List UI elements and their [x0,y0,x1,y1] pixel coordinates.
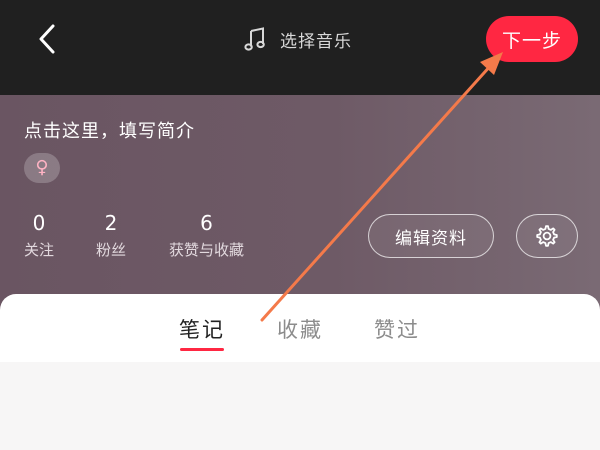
next-step-button[interactable]: 下一步 [486,16,578,62]
active-tab-indicator [180,348,224,351]
gender-badge: ♀ [24,153,60,183]
following-label: 关注 [24,241,55,259]
tab-bar: 笔记 收藏 赞过 [0,294,600,360]
content-panel: 笔记 收藏 赞过 [0,294,600,450]
edit-profile-button[interactable]: 编辑资料 [368,214,494,258]
following-count: 0 [32,211,46,235]
music-label: 选择音乐 [280,31,352,52]
stat-followers[interactable]: 2 粉丝 [96,211,126,261]
tab-liked[interactable]: 赞过 [374,314,420,344]
top-bar: 选择音乐 下一步 [0,0,600,95]
chevron-left-icon [39,24,55,54]
music-note-icon [244,27,265,51]
profile-header: 点击这里，填写简介 ♀ 0 关注 2 粉丝 6 获赞与收藏 编辑资料 [0,95,600,320]
stat-likes[interactable]: 6 获赞与收藏 [169,211,244,261]
settings-button[interactable] [516,214,578,258]
gear-icon [536,225,558,247]
likes-count: 6 [200,211,213,235]
back-button[interactable] [30,20,64,58]
female-icon: ♀ [35,157,49,178]
likes-label: 获赞与收藏 [169,241,245,259]
bio-prompt[interactable]: 点击这里，填写简介 [24,117,195,143]
notes-feed [0,362,600,450]
stat-following[interactable]: 0 关注 [24,211,54,261]
followers-label: 粉丝 [96,241,127,259]
select-music-button[interactable]: 选择音乐 [244,24,352,54]
tab-notes[interactable]: 笔记 [179,314,225,344]
followers-count: 2 [104,211,118,235]
tab-collections[interactable]: 收藏 [277,314,323,344]
